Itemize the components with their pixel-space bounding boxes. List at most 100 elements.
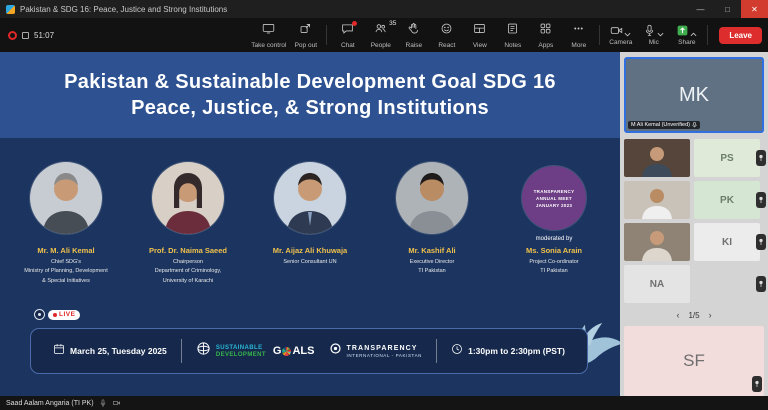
footer-separator <box>180 339 182 363</box>
pop-out-icon <box>299 22 312 40</box>
minimize-button[interactable]: — <box>687 0 714 18</box>
recording-timer: 51:07 <box>34 30 55 40</box>
share-screen-button[interactable]: Share <box>670 18 703 52</box>
chevron-right-icon[interactable]: › <box>709 310 712 320</box>
pin-video-button[interactable] <box>756 276 766 292</box>
react-button[interactable]: React <box>430 18 463 52</box>
speaker-photo <box>152 162 224 234</box>
apps-button[interactable]: Apps <box>529 18 562 52</box>
people-icon <box>374 22 387 40</box>
maximize-button[interactable]: □ <box>714 0 741 18</box>
view-button[interactable]: View <box>463 18 496 52</box>
pin-video-button[interactable] <box>756 234 766 250</box>
speaker-photo <box>274 162 346 234</box>
window-title: Pakistan & SDG 16: Peace, Justice and St… <box>20 4 228 14</box>
chat-notification-dot <box>352 21 358 26</box>
moderator-photo: TRANSPARENCY ANNUAL MEET JANUARY 2023 <box>522 166 586 230</box>
participant-name-chip: M Ali Kemal (Unverified) <box>628 121 700 129</box>
participant-initials: MK <box>679 83 709 106</box>
gallery-pagination: ‹ 1/5 › <box>624 310 764 320</box>
sdg-wheel-icon <box>282 346 292 356</box>
footer-separator <box>436 339 438 363</box>
toolbar-separator <box>599 25 601 45</box>
pin-video-button[interactable] <box>752 376 762 392</box>
people-count-badge: 35 <box>389 20 397 27</box>
sdg-logo: SUSTAINABLE DEVELOPMENT G ALS <box>196 341 315 361</box>
calendar-icon <box>53 342 65 360</box>
take-control-button[interactable]: Take control <box>248 18 289 52</box>
camera-status-icon <box>112 401 120 405</box>
app-icon <box>6 4 15 14</box>
mic-muted-icon <box>692 122 697 128</box>
shared-screen-slide: Pakistan & Sustainable Development Goal … <box>0 52 620 396</box>
speaker-role: Project Co-ordinator TI Pakistan <box>529 259 579 275</box>
leave-button[interactable]: Leave <box>719 26 762 44</box>
toolbar-separator <box>707 25 709 45</box>
window-titlebar: Pakistan & SDG 16: Peace, Justice and St… <box>0 0 768 18</box>
speakers-row: Mr. M. Ali Kemal Chief SDG's Ministry of… <box>0 162 620 286</box>
participant-initials-tile[interactable]: SF <box>624 326 764 396</box>
pop-out-button[interactable]: Pop out <box>289 18 322 52</box>
pin-video-button[interactable] <box>756 192 766 208</box>
raise-hand-button[interactable]: Raise <box>397 18 430 52</box>
participant-row: PS <box>624 139 766 177</box>
slide-title-line2: Peace, Justice, & Strong Institutions <box>131 96 489 119</box>
participant-video-tile[interactable] <box>624 223 690 261</box>
speaker-role: Senior Consultant UN <box>283 259 337 265</box>
zoom-window: Pakistan & SDG 16: Peace, Justice and St… <box>0 0 768 410</box>
live-label: LIVE <box>59 311 76 318</box>
record-indicator-icon[interactable] <box>8 30 17 40</box>
speaker-name: Mr. Aijaz Ali Khuwaja <box>272 246 348 255</box>
participants-sidebar: MK M Ali Kemal (Unverified) PS PK KI NA … <box>620 52 768 396</box>
speaker-role: Executive Director TI Pakistan <box>409 259 455 275</box>
event-date: March 25, Tuesday 2025 <box>53 342 167 360</box>
speaker-photo <box>396 162 468 234</box>
participant-initials-tile[interactable]: PK <box>694 181 760 219</box>
participant-initials-tile[interactable]: PS <box>694 139 760 177</box>
chat-button[interactable]: Chat <box>331 18 364 52</box>
stop-recording-icon[interactable] <box>22 31 29 39</box>
chevron-left-icon[interactable]: ‹ <box>676 310 679 320</box>
notes-button[interactable]: Notes <box>496 18 529 52</box>
live-dot-icon <box>53 312 57 317</box>
toolbar-separator <box>326 25 328 45</box>
participant-initials-tile[interactable]: NA <box>624 265 690 303</box>
speaker-name: Mr. M. Ali Kemal <box>37 246 95 255</box>
ti-circle-icon <box>329 342 342 360</box>
mic-status-icon <box>100 399 105 407</box>
live-record-icon <box>34 309 45 320</box>
pin-video-button[interactable] <box>756 150 766 166</box>
self-participant-label: Saad Aalam Angaria (TI PK) <box>6 399 94 407</box>
speaker-role: Chairperson Department of Criminology, U… <box>154 259 222 284</box>
speaker-name: Ms. Sonia Arain <box>526 246 582 255</box>
more-button[interactable]: More <box>562 18 595 52</box>
slide-footer-bar: March 25, Tuesday 2025 SUSTAINABLE DEVEL… <box>30 328 588 374</box>
participant-video-tile[interactable] <box>624 181 690 219</box>
clock-icon <box>451 342 463 360</box>
bottom-status-bar: Saad Aalam Angaria (TI PK) <box>0 396 768 410</box>
raise-hand-icon <box>407 22 420 40</box>
window-controls: — □ ✕ <box>687 0 768 18</box>
event-time: 1:30pm to 2:30pm (PST) <box>451 342 565 360</box>
live-indicator: LIVE <box>34 309 81 320</box>
speaker-card: Mr. Kashif Ali Executive Director TI Pak… <box>374 162 490 277</box>
slide-title-line1: Pakistan & Sustainable Development Goal … <box>64 70 556 93</box>
participant-initials-tile[interactable]: KI <box>694 223 760 261</box>
speaker-card: Mr. Aijaz Ali Khuwaja Senior Consultant … <box>252 162 368 267</box>
participant-video-tile[interactable] <box>624 139 690 177</box>
close-button[interactable]: ✕ <box>741 0 768 18</box>
camera-button[interactable]: Camera <box>604 18 637 52</box>
page-indicator: 1/5 <box>688 310 700 320</box>
speaker-photo <box>30 162 102 234</box>
more-ellipsis-icon <box>572 22 585 40</box>
react-smiley-icon <box>440 22 453 40</box>
speaker-card: Prof. Dr. Naima Saeed Chairperson Depart… <box>130 162 246 286</box>
participant-row: PK <box>624 181 766 219</box>
mic-button[interactable]: Mic <box>637 18 670 52</box>
active-speaker-tile[interactable]: MK M Ali Kemal (Unverified) <box>624 57 764 133</box>
meeting-toolbar: 51:07 Take control Pop out Chat 35 Peopl… <box>0 18 768 52</box>
moderated-by-label: moderated by <box>535 236 573 242</box>
sdg-goals-wordmark: G ALS <box>272 345 315 357</box>
people-button[interactable]: 35 People <box>364 18 397 52</box>
notes-icon <box>506 22 519 40</box>
